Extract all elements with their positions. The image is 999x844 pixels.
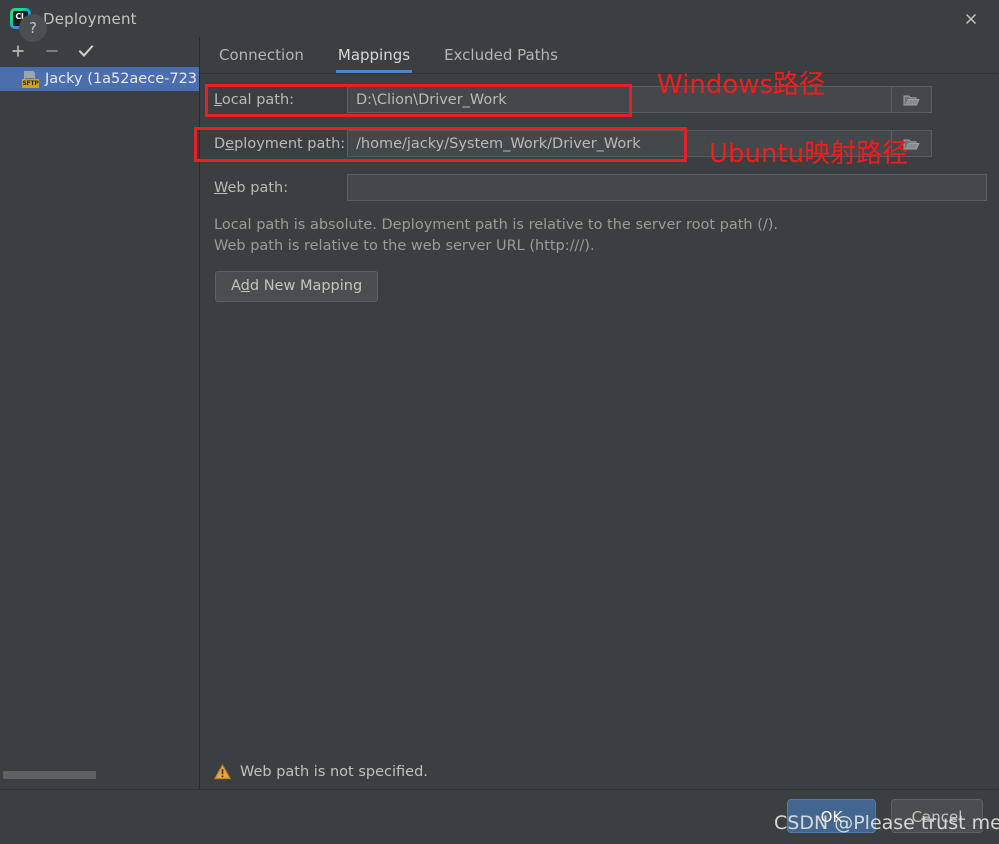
validation-warning: Web path is not specified. bbox=[214, 764, 428, 780]
tab-excluded-paths[interactable]: Excluded Paths bbox=[444, 46, 558, 73]
title-bar: CL Deployment bbox=[0, 0, 999, 37]
tab-bar: Connection Mappings Excluded Paths bbox=[201, 37, 999, 74]
folder-icon bbox=[903, 95, 920, 105]
local-path-input[interactable]: D:\Clion\Driver_Work bbox=[347, 86, 892, 113]
local-path-row: Local path: D:\Clion\Driver_Work bbox=[201, 85, 999, 114]
web-path-input[interactable] bbox=[347, 174, 987, 201]
server-list-panel: SFTP Jacky (1a52aece-723 bbox=[0, 37, 200, 789]
deployment-path-input[interactable]: /home/jacky/System_Work/Driver_Work bbox=[347, 130, 892, 157]
web-path-label: Web path: bbox=[214, 179, 289, 196]
server-list-item[interactable]: SFTP Jacky (1a52aece-723 bbox=[0, 67, 199, 91]
web-path-row: Web path: bbox=[201, 173, 999, 202]
warning-triangle-icon bbox=[214, 764, 231, 780]
sftp-icon: SFTP bbox=[22, 70, 39, 88]
tab-mappings[interactable]: Mappings bbox=[335, 46, 413, 73]
tab-connection[interactable]: Connection bbox=[219, 46, 304, 73]
deployment-path-row: Deployment path: /home/jacky/System_Work… bbox=[201, 129, 999, 158]
cancel-button[interactable]: Cancel bbox=[891, 799, 983, 833]
deployment-path-browse-button[interactable] bbox=[892, 130, 932, 157]
validation-warning-text: Web path is not specified. bbox=[240, 764, 428, 780]
folder-icon bbox=[903, 139, 920, 149]
window-title: Deployment bbox=[43, 9, 137, 28]
server-list-item-label: Jacky (1a52aece-723 bbox=[45, 71, 198, 87]
close-icon[interactable] bbox=[957, 5, 985, 33]
add-mapping-wrapper: Add New Mapping bbox=[201, 271, 999, 302]
plus-icon[interactable] bbox=[8, 41, 28, 61]
local-path-label: Local path: bbox=[214, 91, 295, 108]
sftp-badge-label: SFTP bbox=[22, 78, 39, 88]
add-new-mapping-button[interactable]: Add New Mapping bbox=[215, 271, 379, 302]
help-line-1: Local path is absolute. Deployment path … bbox=[214, 217, 779, 233]
minus-icon[interactable] bbox=[42, 41, 62, 61]
horizontal-scrollbar-thumb[interactable] bbox=[3, 771, 96, 779]
horizontal-scrollbar[interactable] bbox=[0, 770, 199, 780]
deployment-path-label: Deployment path: bbox=[214, 135, 346, 152]
server-list: SFTP Jacky (1a52aece-723 bbox=[0, 67, 199, 91]
help-line-2: Web path is relative to the web server U… bbox=[214, 238, 595, 254]
help-button[interactable]: ? bbox=[19, 14, 47, 42]
ok-button[interactable]: OK bbox=[787, 799, 876, 833]
settings-panel: Connection Mappings Excluded Paths Local… bbox=[201, 37, 999, 789]
mappings-form: Local path: D:\Clion\Driver_Work Deploym… bbox=[201, 74, 999, 302]
check-icon[interactable] bbox=[76, 41, 96, 61]
mappings-help-text: Local path is absolute. Deployment path … bbox=[201, 215, 999, 257]
local-path-browse-button[interactable] bbox=[892, 86, 932, 113]
